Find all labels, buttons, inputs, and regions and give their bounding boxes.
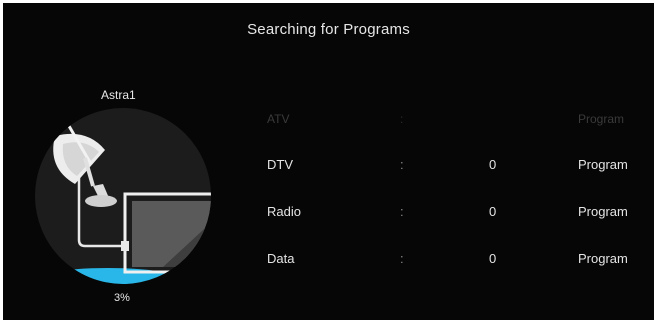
tv-monitor-icon (121, 192, 211, 274)
search-illustration (35, 108, 211, 284)
row-separator: : (400, 204, 404, 219)
row-label: ATV (267, 112, 290, 126)
progress-percent: 3% (114, 292, 130, 304)
row-separator: : (400, 157, 404, 172)
row-unit: Program (578, 204, 628, 219)
row-label: Radio (267, 204, 301, 219)
row-count: 0 (489, 251, 497, 266)
row-separator: : (400, 251, 404, 266)
row-count: 0 (489, 157, 497, 172)
row-unit: Program (578, 157, 628, 172)
row-label: Data (267, 251, 295, 266)
row-unit: Program (578, 251, 628, 266)
result-row-data: Data : 0 Program (267, 251, 637, 271)
result-row-dtv: DTV : 0 Program (267, 157, 637, 177)
result-row-atv: ATV : Program (267, 112, 637, 132)
row-label: DTV (267, 157, 293, 172)
result-row-radio: Radio : 0 Program (267, 204, 637, 224)
row-unit: Program (578, 112, 625, 126)
search-screen: Searching for Programs Astra1 3% ATV: P… (3, 3, 654, 320)
row-count: 0 (489, 204, 497, 219)
satellite-name: Astra1 (101, 88, 136, 102)
row-separator: : (400, 112, 404, 126)
page-title: Searching for Programs (247, 21, 410, 38)
